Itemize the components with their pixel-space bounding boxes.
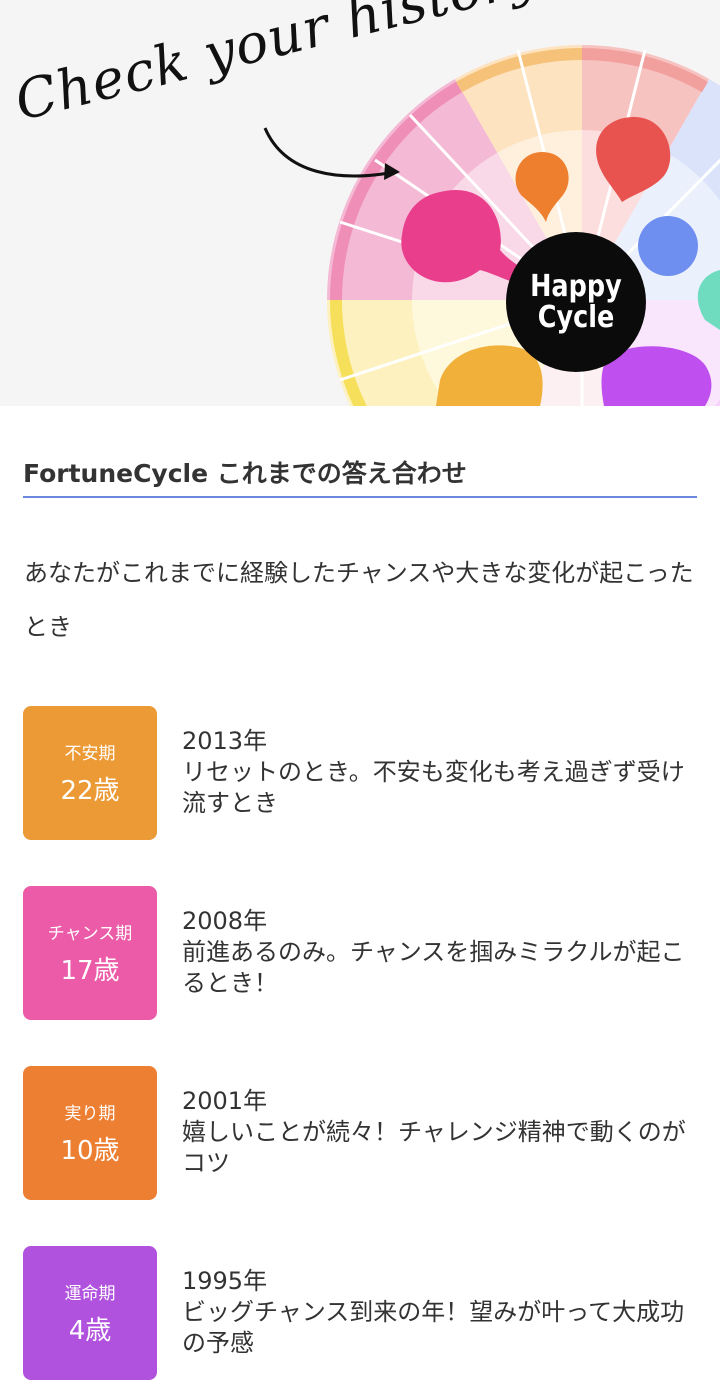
- event-text: 2013年 リセットのとき。不安も変化も考え過ぎず受け流すとき: [182, 726, 702, 819]
- intro-text: あなたがこれまでに経験したチャンスや大きな変化が起こったとき: [24, 559, 694, 641]
- period-name: 実り期: [64, 1104, 116, 1124]
- event-description: 嬉しいことが続々！チャレンジ精神で動くのがコツ: [182, 1118, 686, 1177]
- history-list: 不安期 22歳 2013年 リセットのとき。不安も変化も考え過ぎず受け流すとき …: [0, 706, 720, 1380]
- event-description: ビッグチャンス到来の年！望みが叶って大成功の予感: [182, 1298, 685, 1357]
- hero-banner: Check your history! Happy Cycle: [0, 0, 720, 406]
- history-item: 不安期 22歳 2013年 リセットのとき。不安も変化も考え過ぎず受け流すとき: [23, 706, 720, 840]
- hero-headline: Check your history!: [9, 0, 568, 172]
- event-year: 2001年: [182, 1087, 268, 1115]
- period-badge: 運命期 4歳: [23, 1246, 157, 1380]
- event-text: 2008年 前進あるのみ。チャンスを掴みミラクルが起こるとき！: [182, 906, 702, 999]
- blue-circle-shape: [638, 216, 698, 276]
- period-badge: 実り期 10歳: [23, 1066, 157, 1200]
- event-description: リセットのとき。不安も変化も考え過ぎず受け流すとき: [182, 758, 685, 817]
- event-text: 1995年 ビッグチャンス到来の年！望みが叶って大成功の予感: [182, 1266, 702, 1359]
- badge-line2: Cycle: [537, 300, 615, 335]
- history-item: 実り期 10歳 2001年 嬉しいことが続々！チャレンジ精神で動くのがコツ: [23, 1066, 720, 1200]
- history-item: 運命期 4歳 1995年 ビッグチャンス到来の年！望みが叶って大成功の予感: [23, 1246, 720, 1380]
- period-name: チャンス期: [47, 924, 133, 944]
- period-badge: チャンス期 17歳: [23, 886, 157, 1020]
- section-title: FortuneCycle これまでの答え合わせ: [23, 454, 697, 498]
- event-year: 2013年: [182, 727, 268, 755]
- period-badge: 不安期 22歳: [23, 706, 157, 840]
- period-age: 17歳: [60, 956, 120, 986]
- event-description: 前進あるのみ。チャンスを掴みミラクルが起こるとき！: [182, 938, 685, 997]
- event-text: 2001年 嬉しいことが続々！チャレンジ精神で動くのがコツ: [182, 1086, 702, 1179]
- history-item: チャンス期 17歳 2008年 前進あるのみ。チャンスを掴みミラクルが起こるとき…: [23, 886, 720, 1020]
- period-name: 運命期: [64, 1284, 116, 1304]
- period-age: 4歳: [68, 1316, 112, 1346]
- period-age: 10歳: [60, 1136, 120, 1166]
- period-name: 不安期: [64, 744, 116, 764]
- event-year: 1995年: [182, 1267, 268, 1295]
- event-year: 2008年: [182, 907, 268, 935]
- happy-cycle-badge: Happy Cycle: [506, 232, 646, 372]
- badge-line1: Happy: [530, 268, 622, 304]
- period-age: 22歳: [60, 776, 120, 806]
